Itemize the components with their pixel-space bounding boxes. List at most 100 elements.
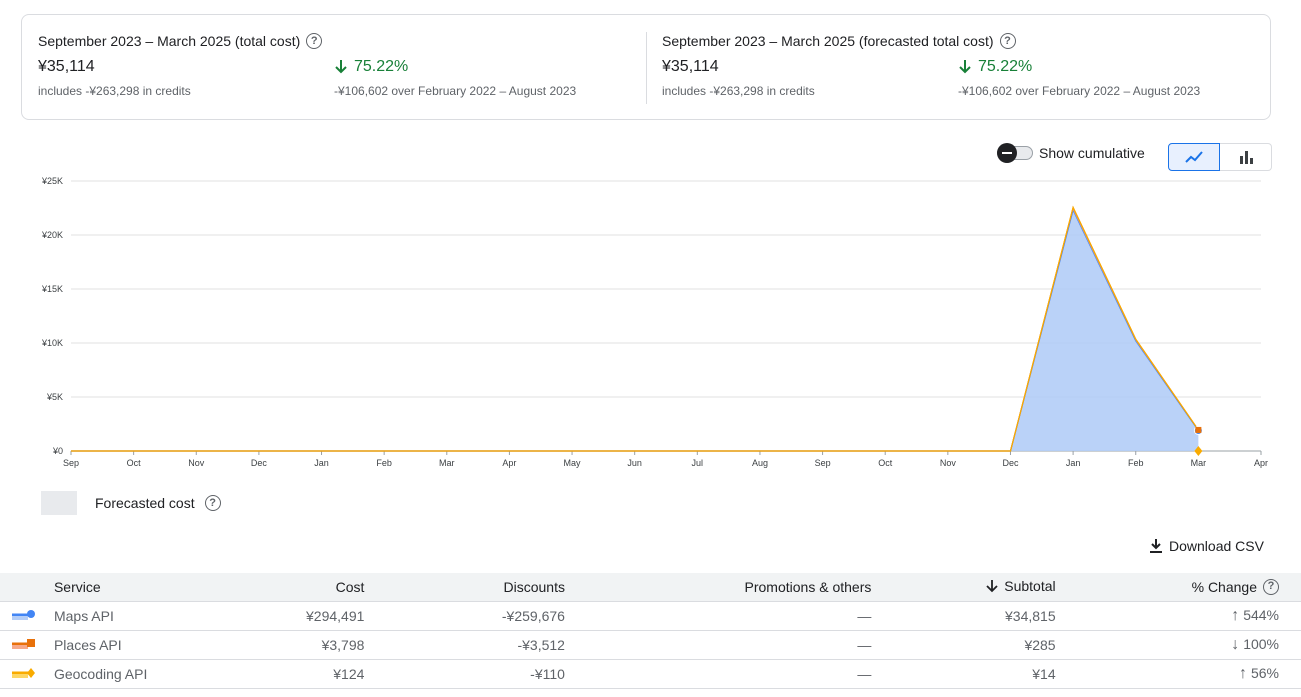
forecast-cost-title-text: September 2023 – March 2025 (forecasted …: [662, 33, 994, 49]
help-circle-icon[interactable]: ?: [999, 33, 1016, 49]
x-tick-label: Sep: [815, 458, 831, 468]
total-cost-credits: includes -¥263,298 in credits: [38, 84, 191, 98]
service-change-value: 100%: [1243, 635, 1279, 652]
service-change: ↑ 56%: [1055, 659, 1301, 689]
sort-arrow-down-icon: [986, 579, 998, 593]
service-discounts: -¥259,676: [364, 601, 565, 631]
table-row[interactable]: Maps API ¥294,491 -¥259,676 — ¥34,815 ↑ 5…: [0, 601, 1301, 631]
total-cost-title: September 2023 – March 2025 (total cost)…: [38, 33, 323, 49]
header-subtotal-label: Subtotal: [1004, 577, 1056, 594]
x-tick-label: Jul: [692, 458, 704, 468]
show-cumulative-toggle[interactable]: Show cumulative: [997, 143, 1145, 163]
line-chart-icon: [1185, 151, 1203, 163]
service-promotions: —: [564, 601, 872, 631]
service-subtotal: ¥14: [871, 659, 1056, 689]
table-header-row: Service Cost Discounts Promotions & othe…: [0, 573, 1301, 602]
total-cost-amount: ¥35,114: [38, 58, 95, 75]
service-subtotal: ¥34,815: [871, 601, 1056, 631]
service-discounts: -¥110: [364, 659, 565, 689]
x-tick-label: Jan: [1066, 458, 1081, 468]
download-csv-button[interactable]: Download CSV: [1149, 538, 1264, 554]
y-tick-label: ¥0: [52, 446, 63, 456]
header-service[interactable]: Service: [53, 573, 238, 602]
series-end-marker: [1195, 426, 1202, 433]
header-cost[interactable]: Cost: [237, 573, 365, 602]
total-cost-summary: September 2023 – March 2025 (total cost)…: [38, 15, 638, 119]
x-tick-label: Nov: [188, 458, 205, 468]
series-square-marker-icon: [12, 638, 35, 649]
help-circle-icon[interactable]: ?: [306, 33, 323, 49]
service-cost: ¥294,491: [237, 601, 365, 631]
x-tick-label: Apr: [1254, 458, 1268, 468]
service-discounts: -¥3,512: [364, 630, 565, 660]
total-cost-change: 75.22%: [334, 58, 408, 76]
arrow-up-icon: ↑: [1238, 664, 1247, 682]
y-tick-label: ¥10K: [41, 338, 63, 348]
service-name: Geocoding API: [53, 659, 238, 689]
service-cost: ¥3,798: [237, 630, 365, 660]
summary-card: September 2023 – March 2025 (total cost)…: [21, 14, 1271, 120]
total-cost-title-text: September 2023 – March 2025 (total cost): [38, 33, 301, 49]
download-icon: [1150, 539, 1162, 553]
forecast-cost-change-value: 75.22%: [978, 58, 1033, 75]
total-cost-change-detail: -¥106,602 over February 2022 – August 20…: [334, 84, 577, 98]
service-change-value: 56%: [1250, 664, 1279, 681]
forecast-cost-summary: September 2023 – March 2025 (forecasted …: [662, 15, 1262, 119]
x-tick-label: Jun: [627, 458, 642, 468]
table-row[interactable]: Geocoding API ¥124 -¥110 — ¥14 ↑ 56%: [0, 659, 1301, 689]
x-tick-label: Oct: [127, 458, 142, 468]
header-icon-cell: [0, 573, 54, 602]
service-promotions: —: [564, 630, 872, 660]
toggle-knob[interactable]: [997, 143, 1017, 163]
service-name: Maps API: [53, 601, 238, 631]
chart-legend: Forecasted cost ?: [41, 491, 221, 515]
y-tick-label: ¥20K: [41, 230, 63, 240]
help-circle-icon[interactable]: ?: [1263, 578, 1279, 595]
arrow-down-icon: [959, 60, 971, 74]
show-cumulative-label: Show cumulative: [1039, 145, 1145, 161]
bar-chart-icon: [1239, 151, 1253, 164]
service-subtotal: ¥285: [871, 630, 1056, 660]
service-change: ↓ 100%: [1055, 630, 1301, 660]
forecast-cost-change-detail: -¥106,602 over February 2022 – August 20…: [958, 84, 1201, 98]
series-diamond-marker-icon: [12, 667, 35, 678]
header-discounts[interactable]: Discounts: [364, 573, 565, 602]
service-promotions: —: [564, 659, 872, 689]
x-tick-label: Apr: [502, 458, 516, 468]
header-promotions[interactable]: Promotions & others: [564, 573, 872, 602]
x-tick-label: Jan: [314, 458, 329, 468]
bar-view-button[interactable]: [1220, 143, 1272, 171]
y-tick-label: ¥5K: [46, 392, 63, 402]
forecast-cost-title: September 2023 – March 2025 (forecasted …: [662, 33, 1016, 49]
service-name: Places API: [53, 630, 238, 660]
service-cost-table: Service Cost Discounts Promotions & othe…: [0, 573, 1301, 689]
x-tick-label: Mar: [1191, 458, 1207, 468]
chart-view-switcher: [1168, 143, 1272, 171]
header-subtotal[interactable]: Subtotal: [871, 573, 1056, 602]
help-circle-icon[interactable]: ?: [204, 495, 221, 511]
toggle-track[interactable]: [997, 143, 1033, 163]
series-area: [1010, 210, 1199, 451]
series-circle-marker-icon: [12, 609, 35, 620]
line-view-button[interactable]: [1168, 143, 1220, 171]
forecast-cost-credits: includes -¥263,298 in credits: [662, 84, 815, 98]
forecast-cost-amount: ¥35,114: [662, 58, 719, 75]
arrow-up-icon: ↑: [1231, 606, 1240, 624]
x-tick-label: Nov: [940, 458, 957, 468]
table-row[interactable]: Places API ¥3,798 -¥3,512 — ¥285 ↓ 100%: [0, 630, 1301, 660]
x-tick-label: Sep: [63, 458, 79, 468]
x-tick-label: Feb: [1128, 458, 1144, 468]
cost-chart: ¥0 ¥5K ¥10K ¥15K ¥20K ¥25K Sep Oct Nov Dec Jan Feb M…: [41, 176, 1268, 468]
y-tick-label: ¥25K: [41, 176, 63, 186]
x-tick-label: Mar: [439, 458, 455, 468]
x-tick-label: Aug: [752, 458, 768, 468]
x-tick-label: May: [564, 458, 582, 468]
series-marker-cell: [0, 659, 54, 689]
total-cost-change-value: 75.22%: [354, 58, 409, 75]
forecast-cost-change: 75.22%: [958, 58, 1032, 76]
header-change[interactable]: % Change ?: [1055, 573, 1301, 602]
download-csv-label: Download CSV: [1169, 538, 1264, 554]
service-change-value: 544%: [1243, 606, 1279, 623]
series-marker-cell: [0, 601, 54, 631]
service-cost: ¥124: [237, 659, 365, 689]
